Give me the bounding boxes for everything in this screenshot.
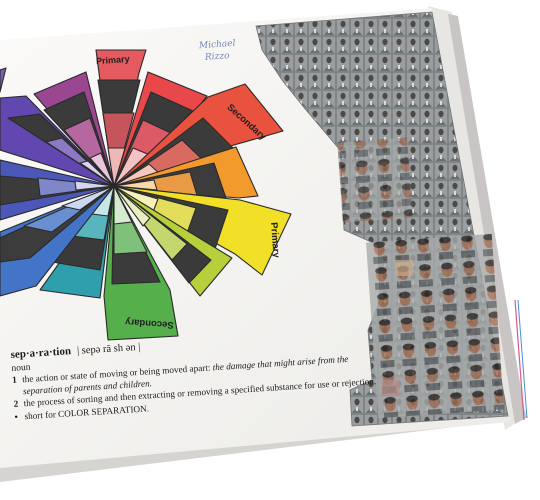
- sense-2-number: 2: [13, 399, 19, 410]
- headword: sep·a·ra·tion: [10, 345, 72, 361]
- bullet-icon: •: [14, 411, 19, 422]
- handwritten-name-line2: Rizzo: [204, 51, 230, 63]
- collage-highlight: [395, 260, 413, 276]
- face-tiles-upper: [337, 137, 413, 223]
- sense-3-end: .: [146, 403, 150, 414]
- sense-3-text: short for: [24, 408, 59, 421]
- pronunciation: | sepə rā sh ən |: [76, 341, 141, 357]
- label-primary-right: Primary: [268, 222, 282, 259]
- sense-1-number: 1: [11, 374, 18, 385]
